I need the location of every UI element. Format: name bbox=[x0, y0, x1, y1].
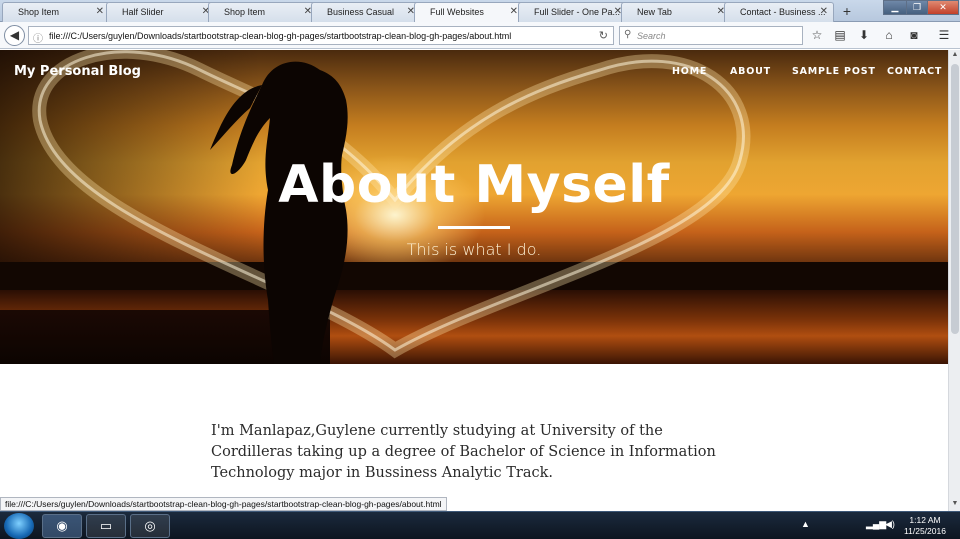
browser-tab[interactable]: Contact - Business ... ✕ bbox=[724, 2, 834, 22]
tab-label: Contact - Business ... bbox=[740, 7, 826, 17]
windows-taskbar: ◉ ▭ ◎ ▲ ▂▄▆ ◀) 1:12 AM 11/25/2016 bbox=[0, 511, 960, 539]
bookmark-star-icon[interactable]: ☆ bbox=[809, 27, 825, 43]
nav-link-contact[interactable]: CONTACT bbox=[887, 66, 942, 77]
file-explorer-icon[interactable]: ▭ bbox=[86, 514, 126, 538]
chrome-icon[interactable]: ◎ bbox=[130, 514, 170, 538]
new-tab-button[interactable]: + bbox=[838, 2, 856, 20]
reading-list-icon[interactable]: ▤ bbox=[832, 27, 848, 43]
web-page: My Personal Blog HOME ABOUT SAMPLE POST … bbox=[0, 50, 948, 511]
download-icon[interactable]: ⬇ bbox=[856, 27, 872, 43]
info-icon[interactable]: ⓘ bbox=[33, 30, 43, 44]
tab-label: Full Websites bbox=[430, 7, 484, 17]
about-content: I'm Manlapaz,Guylene currently studying … bbox=[211, 421, 741, 484]
browser-tab[interactable]: Shop Item ✕ bbox=[208, 2, 318, 22]
tab-label: New Tab bbox=[637, 7, 672, 17]
browser-tab[interactable]: Shop Item ✕ bbox=[2, 2, 110, 22]
title-divider bbox=[438, 226, 510, 229]
about-paragraph: I'm Manlapaz,Guylene currently studying … bbox=[211, 423, 716, 481]
site-brand-link[interactable]: My Personal Blog bbox=[14, 64, 141, 79]
tab-label: Full Slider - One Pa... bbox=[534, 7, 621, 17]
nav-bar: ◀ ⓘ file:///C:/Users/guylen/Downloads/st… bbox=[0, 22, 960, 49]
reload-icon[interactable]: ↻ bbox=[599, 29, 608, 42]
vertical-scrollbar[interactable]: ▲ ▼ bbox=[948, 50, 960, 511]
url-bar[interactable]: ⓘ file:///C:/Users/guylen/Downloads/star… bbox=[28, 26, 614, 45]
tab-label: Business Casual bbox=[327, 7, 395, 17]
nav-link-about[interactable]: ABOUT bbox=[730, 66, 771, 77]
volume-icon[interactable]: ◀) bbox=[885, 519, 895, 530]
taskbar-clock[interactable]: 1:12 AM 11/25/2016 bbox=[898, 515, 952, 537]
tab-label: Half Slider bbox=[122, 7, 164, 17]
close-icon[interactable]: ✕ bbox=[510, 6, 518, 17]
scroll-down-arrow-icon[interactable]: ▼ bbox=[950, 500, 960, 507]
tab-label: Shop Item bbox=[224, 7, 266, 17]
search-icon: ⚲ bbox=[624, 29, 632, 40]
url-text: file:///C:/Users/guylen/Downloads/startb… bbox=[49, 31, 512, 41]
browser-tab[interactable]: Business Casual ✕ bbox=[311, 2, 421, 22]
browser-tab[interactable]: Full Slider - One Pa... ✕ bbox=[518, 2, 628, 22]
hero-header: My Personal Blog HOME ABOUT SAMPLE POST … bbox=[0, 50, 948, 364]
firefox-icon[interactable]: ◉ bbox=[42, 514, 82, 538]
windows-start-icon[interactable] bbox=[4, 513, 34, 539]
pocket-icon[interactable]: ◙ bbox=[906, 27, 922, 43]
status-bar: file:///C:/Users/guylen/Downloads/startb… bbox=[0, 497, 447, 511]
maximize-button[interactable]: ❐ bbox=[906, 0, 928, 15]
page-subtitle: This is what I do. bbox=[406, 240, 542, 259]
scrollbar-thumb[interactable] bbox=[951, 64, 959, 334]
browser-tab-active[interactable]: Full Websites ✕ bbox=[414, 2, 524, 23]
search-input[interactable]: ⚲ Search bbox=[619, 26, 803, 45]
close-icon[interactable]: ✕ bbox=[820, 6, 828, 17]
nav-link-sample-post[interactable]: SAMPLE POST bbox=[792, 66, 876, 77]
tab-strip: Shop Item ✕ Half Slider ✕ Shop Item ✕ Bu… bbox=[0, 0, 960, 23]
browser-tab[interactable]: New Tab ✕ bbox=[621, 2, 731, 22]
nav-link-home[interactable]: HOME bbox=[672, 66, 707, 77]
back-icon[interactable]: ◀ bbox=[4, 25, 25, 46]
page-title: About Myself bbox=[278, 155, 670, 215]
clock-time: 1:12 AM bbox=[909, 515, 941, 525]
browser-tab[interactable]: Half Slider ✕ bbox=[106, 2, 216, 22]
menu-icon[interactable]: ☰ bbox=[936, 27, 952, 43]
scroll-up-arrow-icon[interactable]: ▲ bbox=[950, 51, 960, 58]
home-icon[interactable]: ⌂ bbox=[881, 27, 897, 43]
clock-date: 11/25/2016 bbox=[904, 526, 946, 536]
minimize-button[interactable]: ▁ bbox=[883, 0, 907, 15]
search-placeholder: Search bbox=[637, 31, 666, 41]
close-icon[interactable]: ✕ bbox=[96, 6, 104, 17]
close-window-button[interactable]: ✕ bbox=[927, 0, 959, 15]
show-hidden-icons-icon[interactable]: ▲ bbox=[801, 519, 810, 529]
network-icon[interactable]: ▂▄▆ bbox=[866, 519, 886, 530]
tab-label: Shop Item bbox=[18, 7, 60, 17]
